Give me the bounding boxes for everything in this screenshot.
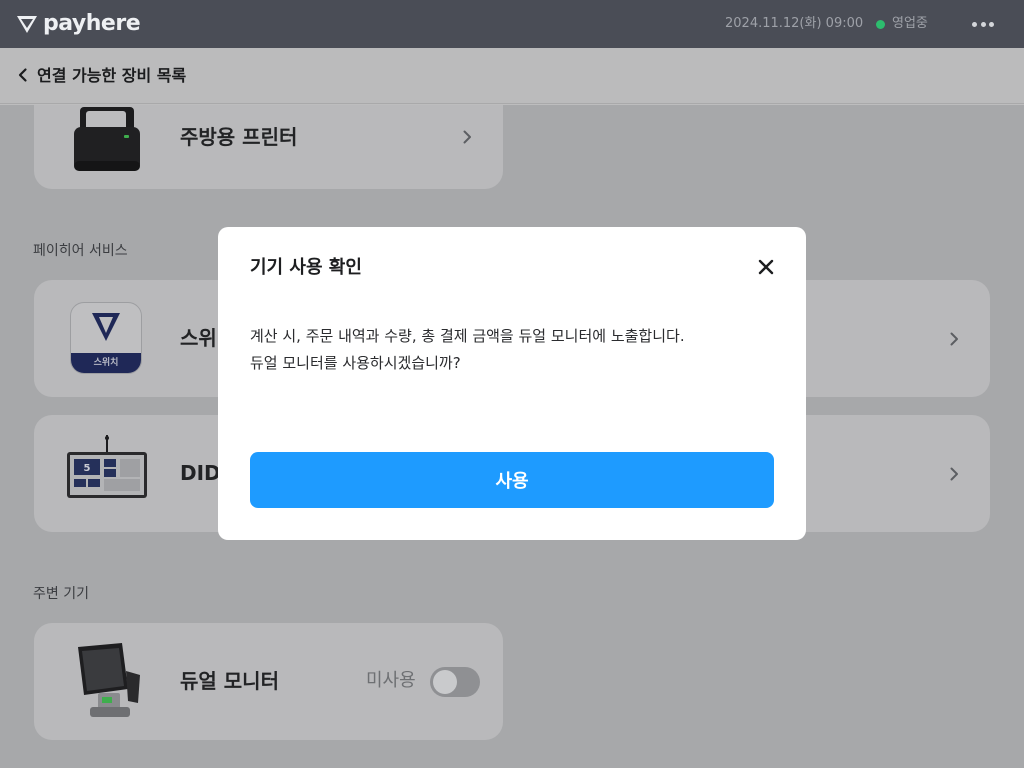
dialog-message-line-1: 계산 시, 주문 내역과 수량, 총 결제 금액을 듀얼 모니터에 노출합니다. [250,327,685,345]
close-button[interactable] [754,255,778,279]
dual-monitor-card: 듀얼 모니터 미사용 [34,623,503,740]
current-datetime: 2024.11.12(화) 09:00 [725,16,864,31]
use-confirm-button[interactable]: 사용 [250,452,774,508]
more-menu-button[interactable] [966,13,1000,35]
switch-app-icon: 스위치 [70,302,142,374]
dialog-title: 기기 사용 확인 [250,257,362,278]
page-header: 연결 가능한 장비 목록 [0,48,1024,104]
did-screen-number: 5 [84,463,91,474]
switch-title: 스위 [180,326,217,350]
payhere-logo-icon [17,16,37,33]
section-label-payhere-services: 페이히어 서비스 [33,243,128,259]
chevron-right-icon [463,130,471,144]
dual-monitor-icon [78,643,140,717]
toggle-knob [433,670,457,694]
did-screen-icon: 5 [67,435,147,498]
dialog-message-line-2: 듀얼 모니터를 사용하시겠습니까? [250,354,461,372]
top-bar: payhere 2024.11.12(화) 09:00 영업중 [0,0,1024,48]
back-button[interactable] [14,66,32,84]
section-label-peripherals: 주변 기기 [33,586,89,602]
dual-monitor-title: 듀얼 모니터 [180,669,279,693]
chevron-right-icon [950,467,958,481]
printer-icon [74,107,140,171]
brand-logo: payhere [16,11,141,37]
did-title: DID [180,461,221,485]
switch-badge: 스위치 [71,353,141,373]
kitchen-printer-title: 주방용 프린터 [180,125,298,149]
page-title: 연결 가능한 장비 목록 [37,66,187,85]
dual-monitor-toggle[interactable] [430,667,480,697]
dual-monitor-toggle-label: 미사용 [366,670,416,691]
brand-name: payhere [43,11,141,36]
switch-logo-icon [92,313,120,341]
kitchen-printer-card[interactable]: 주방용 프린터 [34,105,503,189]
chevron-right-icon [950,332,958,346]
dialog-message: 계산 시, 주문 내역과 수량, 총 결제 금액을 듀얼 모니터에 노출합니다.… [250,323,770,377]
more-dots-icon [972,21,977,27]
chevron-left-icon [18,68,27,82]
status-dot-icon [876,19,885,29]
store-status-label: 영업중 [892,16,928,31]
store-status: 영업중 [876,16,928,32]
close-icon [758,259,774,275]
device-use-confirm-dialog: 기기 사용 확인 계산 시, 주문 내역과 수량, 총 결제 금액을 듀얼 모니… [218,227,806,540]
